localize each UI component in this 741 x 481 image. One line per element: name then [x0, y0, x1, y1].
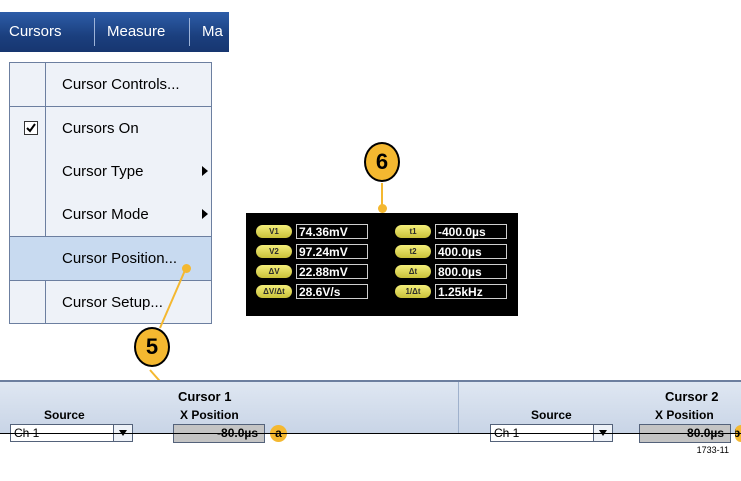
- cursor-readout: V1 74.36mV V2 97.24mV ΔV 22.88mV ΔV/Δt 2…: [246, 213, 518, 316]
- readout-value: 400.0µs: [435, 244, 507, 259]
- cursor-position-panel: Cursor 1 Source Ch 1 X Position -80.0µs …: [0, 380, 741, 443]
- readout-value: 74.36mV: [296, 224, 368, 239]
- cursor1-title: Cursor 1: [178, 389, 232, 404]
- cursor1-xpos-label: X Position: [180, 408, 239, 422]
- panel-bottom-border: [0, 433, 741, 434]
- cursor1-source-label: Source: [44, 408, 85, 422]
- readout-value: -400.0µs: [435, 224, 507, 239]
- readout-tag: 1/Δt: [395, 285, 431, 298]
- cursor2-title: Cursor 2: [665, 389, 719, 404]
- panel-divider: [458, 382, 459, 434]
- callout-dot: [378, 204, 387, 213]
- readout-tag: t2: [395, 245, 431, 258]
- cursor2-xpos-label: X Position: [655, 408, 714, 422]
- callout-6: 6: [364, 142, 400, 182]
- readout-tag: ΔV: [256, 265, 292, 278]
- readout-value: 97.24mV: [296, 244, 368, 259]
- readout-value: 22.88mV: [296, 264, 368, 279]
- readout-tag: V1: [256, 225, 292, 238]
- readout-tag: ΔV/Δt: [256, 285, 292, 298]
- readout-tag: V2: [256, 245, 292, 258]
- readout-value: 28.6V/s: [296, 284, 368, 299]
- readout-tag: Δt: [395, 265, 431, 278]
- readout-value: 800.0µs: [435, 264, 507, 279]
- figure-number: 1733-11: [696, 445, 729, 455]
- callout-dot: [182, 264, 191, 273]
- readout-tag: t1: [395, 225, 431, 238]
- readout-value: 1.25kHz: [435, 284, 507, 299]
- callout-5: 5: [134, 327, 170, 367]
- cursor2-source-label: Source: [531, 408, 572, 422]
